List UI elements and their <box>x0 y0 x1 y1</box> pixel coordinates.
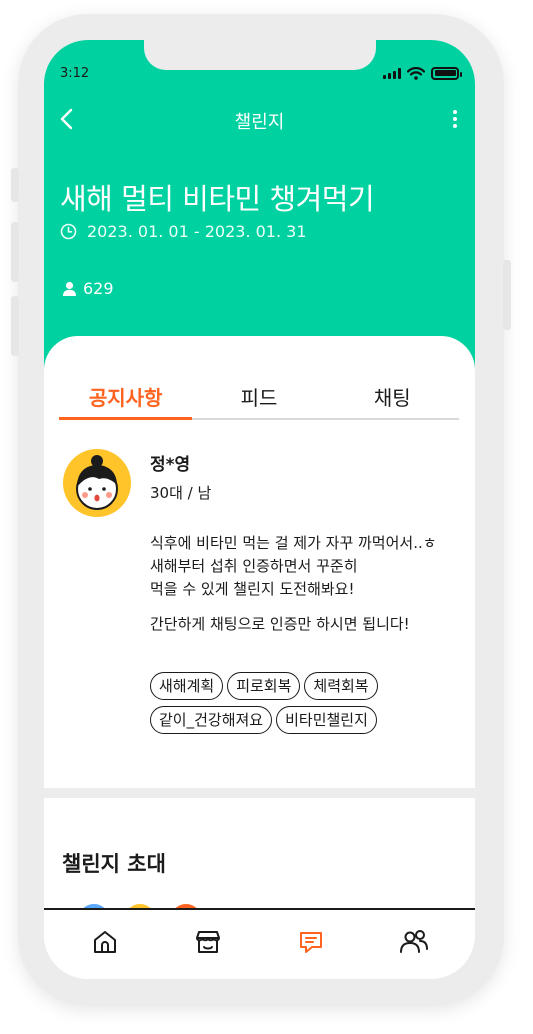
nav-store[interactable] <box>188 922 228 962</box>
phone-side-button <box>11 296 19 356</box>
challenge-title: 새해 멀티 비타민 챙겨먹기 <box>60 182 375 216</box>
participant-count: 629 <box>62 279 114 298</box>
home-icon <box>94 930 117 953</box>
chat-icon <box>299 931 322 953</box>
phone-side-button <box>11 168 19 202</box>
nav-people[interactable] <box>394 922 434 962</box>
avatar[interactable] <box>63 449 131 517</box>
tag-chip[interactable]: 체력회복 <box>304 672 378 700</box>
signal-icon <box>383 67 401 79</box>
notice-body: 식후에 비타민 먹는 걸 제가 자꾸 까먹어서..ㅎ 새해부터 섭취 인증하면서… <box>150 532 468 636</box>
wifi-icon <box>407 66 425 80</box>
content-sheet: 공지사항 피드 채팅 정*영 30대 / 남 식후에 비타민 먹는 걸 제가 자… <box>44 336 475 796</box>
notice-line: 새해부터 섭취 인증하면서 꾸준히 <box>150 557 358 575</box>
notice-line: 먹을 수 있게 챌린지 도전해봐요! <box>150 580 355 598</box>
phone-notch <box>144 40 376 70</box>
invite-section-title: 챌린지 초대 <box>62 852 166 876</box>
phone-screen: 3:12 챌린지 새해 멀티 비타민 챙겨먹기 2023. 01. 01 - 2… <box>44 40 475 979</box>
tab-chat[interactable]: 채팅 <box>326 382 459 418</box>
status-icons <box>383 66 462 80</box>
notice-line: 간단하게 채팅으로 인증만 하시면 됩니다! <box>150 615 410 633</box>
tab-bar: 공지사항 피드 채팅 <box>59 382 459 420</box>
tag-chip[interactable]: 피로회복 <box>227 672 301 700</box>
nav-chat[interactable] <box>291 922 331 962</box>
participant-count-text: 629 <box>83 279 114 298</box>
tag-chip[interactable]: 새해계획 <box>150 672 224 700</box>
period-text: 2023. 01. 01 - 2023. 01. 31 <box>87 222 307 241</box>
phone-side-button <box>503 260 511 330</box>
tab-notice[interactable]: 공지사항 <box>59 382 193 420</box>
challenge-period: 2023. 01. 01 - 2023. 01. 31 <box>60 222 307 241</box>
phone-side-button <box>11 222 19 282</box>
more-options-button[interactable] <box>445 106 465 132</box>
notice-line: 식후에 비타민 먹는 걸 제가 자꾸 까먹어서..ㅎ <box>150 534 437 552</box>
bottom-nav <box>44 908 475 979</box>
tag-chip[interactable]: 같이_건강해져요 <box>150 706 273 734</box>
section-divider <box>44 788 475 798</box>
nav-home[interactable] <box>85 922 125 962</box>
author-name: 정*영 <box>150 455 191 475</box>
status-time: 3:12 <box>60 66 90 81</box>
tag-list: 새해계획 피로회복 체력회복 같이_건강해져요 비타민챌린지 <box>150 672 440 734</box>
people-icon <box>399 929 428 953</box>
battery-icon <box>431 66 462 80</box>
avatar-face-icon <box>76 455 118 510</box>
tag-chip[interactable]: 비타민챌린지 <box>276 706 377 734</box>
store-icon <box>196 930 221 953</box>
author-meta: 30대 / 남 <box>150 484 212 502</box>
clock-icon <box>60 223 77 240</box>
challenge-hero: 3:12 챌린지 새해 멀티 비타민 챙겨먹기 2023. 01. 01 - 2… <box>44 40 475 372</box>
person-icon <box>63 281 76 296</box>
more-vertical-icon <box>453 110 457 128</box>
tab-feed[interactable]: 피드 <box>192 382 325 418</box>
page-title: 챌린지 <box>234 112 285 133</box>
